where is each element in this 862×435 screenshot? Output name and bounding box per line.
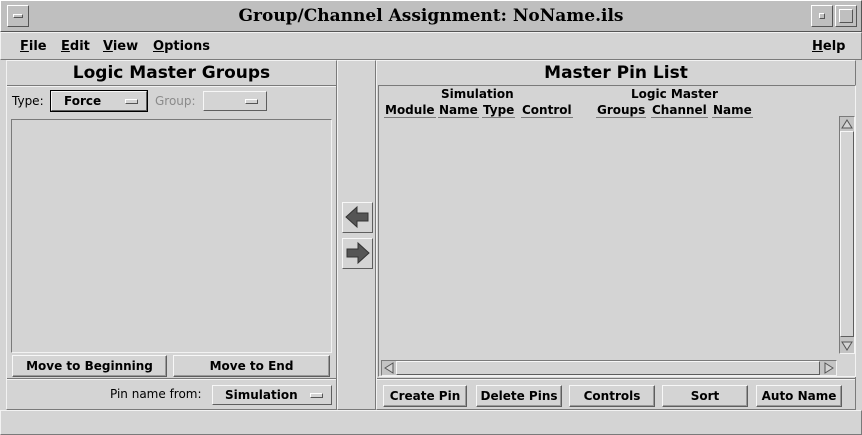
column-module[interactable]: Module xyxy=(384,103,436,118)
title-bar: Group/Channel Assignment: NoName.ils xyxy=(0,0,862,32)
menu-view[interactable]: View xyxy=(103,39,138,54)
master-pin-list-panel: Master Pin List Simulation Logic Master … xyxy=(376,60,856,410)
status-strip xyxy=(0,410,862,435)
option-indicator-icon xyxy=(125,99,138,104)
delete-pins-button[interactable]: Delete Pins xyxy=(476,385,562,407)
arrow-left-icon xyxy=(345,205,369,229)
auto-name-button[interactable]: Auto Name xyxy=(756,385,842,407)
vertical-scrollbar[interactable] xyxy=(839,116,855,354)
scroll-up-icon[interactable] xyxy=(840,117,854,131)
logic-master-groups-panel: Logic Master Groups Type: Force Group: M… xyxy=(6,60,337,410)
groups-list[interactable] xyxy=(11,119,332,353)
scroll-left-icon[interactable] xyxy=(382,361,396,375)
column-groups[interactable]: Groups xyxy=(596,103,647,118)
maximize-icon[interactable] xyxy=(835,5,857,27)
type-label: Type: xyxy=(12,94,44,108)
simulation-header: Simulation xyxy=(441,87,514,101)
pin-name-from-label: Pin name from: xyxy=(110,387,202,401)
column-lm-name[interactable]: Name xyxy=(712,103,753,118)
menu-edit[interactable]: Edit xyxy=(61,39,90,54)
menu-options[interactable]: Options xyxy=(153,39,210,54)
column-type[interactable]: Type xyxy=(482,103,516,118)
create-pin-button[interactable]: Create Pin xyxy=(383,385,467,407)
group-label: Group: xyxy=(155,94,196,108)
scroll-down-icon[interactable] xyxy=(840,339,854,353)
move-to-end-button[interactable]: Move to End xyxy=(173,355,330,377)
column-sim-name[interactable]: Name xyxy=(438,103,479,118)
menu-file[interactable]: File xyxy=(20,39,47,54)
pin-name-from-option-menu[interactable]: Simulation xyxy=(212,385,332,405)
menu-bar: File Edit View Options Help xyxy=(0,32,862,60)
transfer-panel xyxy=(337,60,376,410)
panel-title-master-pin-list: Master Pin List xyxy=(544,63,688,83)
vertical-scroll-thumb[interactable] xyxy=(840,131,854,337)
sort-button[interactable]: Sort xyxy=(662,385,748,407)
option-indicator-icon xyxy=(310,393,323,398)
arrow-right-icon xyxy=(346,241,370,265)
menu-help[interactable]: Help xyxy=(812,39,845,54)
move-to-beginning-button[interactable]: Move to Beginning xyxy=(12,355,167,377)
horizontal-scroll-thumb[interactable] xyxy=(396,361,820,375)
pin-name-from-value: Simulation xyxy=(225,388,298,402)
column-channel[interactable]: Channel xyxy=(651,103,708,118)
minimize-icon[interactable] xyxy=(811,5,833,27)
group-option-menu[interactable] xyxy=(203,91,267,111)
panel-title-logic-master-groups: Logic Master Groups xyxy=(72,63,271,83)
column-control[interactable]: Control xyxy=(521,103,573,118)
scroll-right-icon[interactable] xyxy=(822,361,836,375)
move-right-button[interactable] xyxy=(342,238,373,269)
window-title: Group/Channel Assignment: NoName.ils xyxy=(238,6,624,26)
type-value: Force xyxy=(64,94,102,108)
logic-master-header: Logic Master xyxy=(631,87,718,101)
move-left-button[interactable] xyxy=(342,202,373,233)
pin-list-area[interactable]: Simulation Logic Master Module Name Type… xyxy=(378,85,856,377)
controls-button[interactable]: Controls xyxy=(569,385,655,407)
option-indicator-icon xyxy=(245,99,258,104)
type-option-menu[interactable]: Force xyxy=(50,90,148,112)
horizontal-scrollbar[interactable] xyxy=(381,360,837,376)
